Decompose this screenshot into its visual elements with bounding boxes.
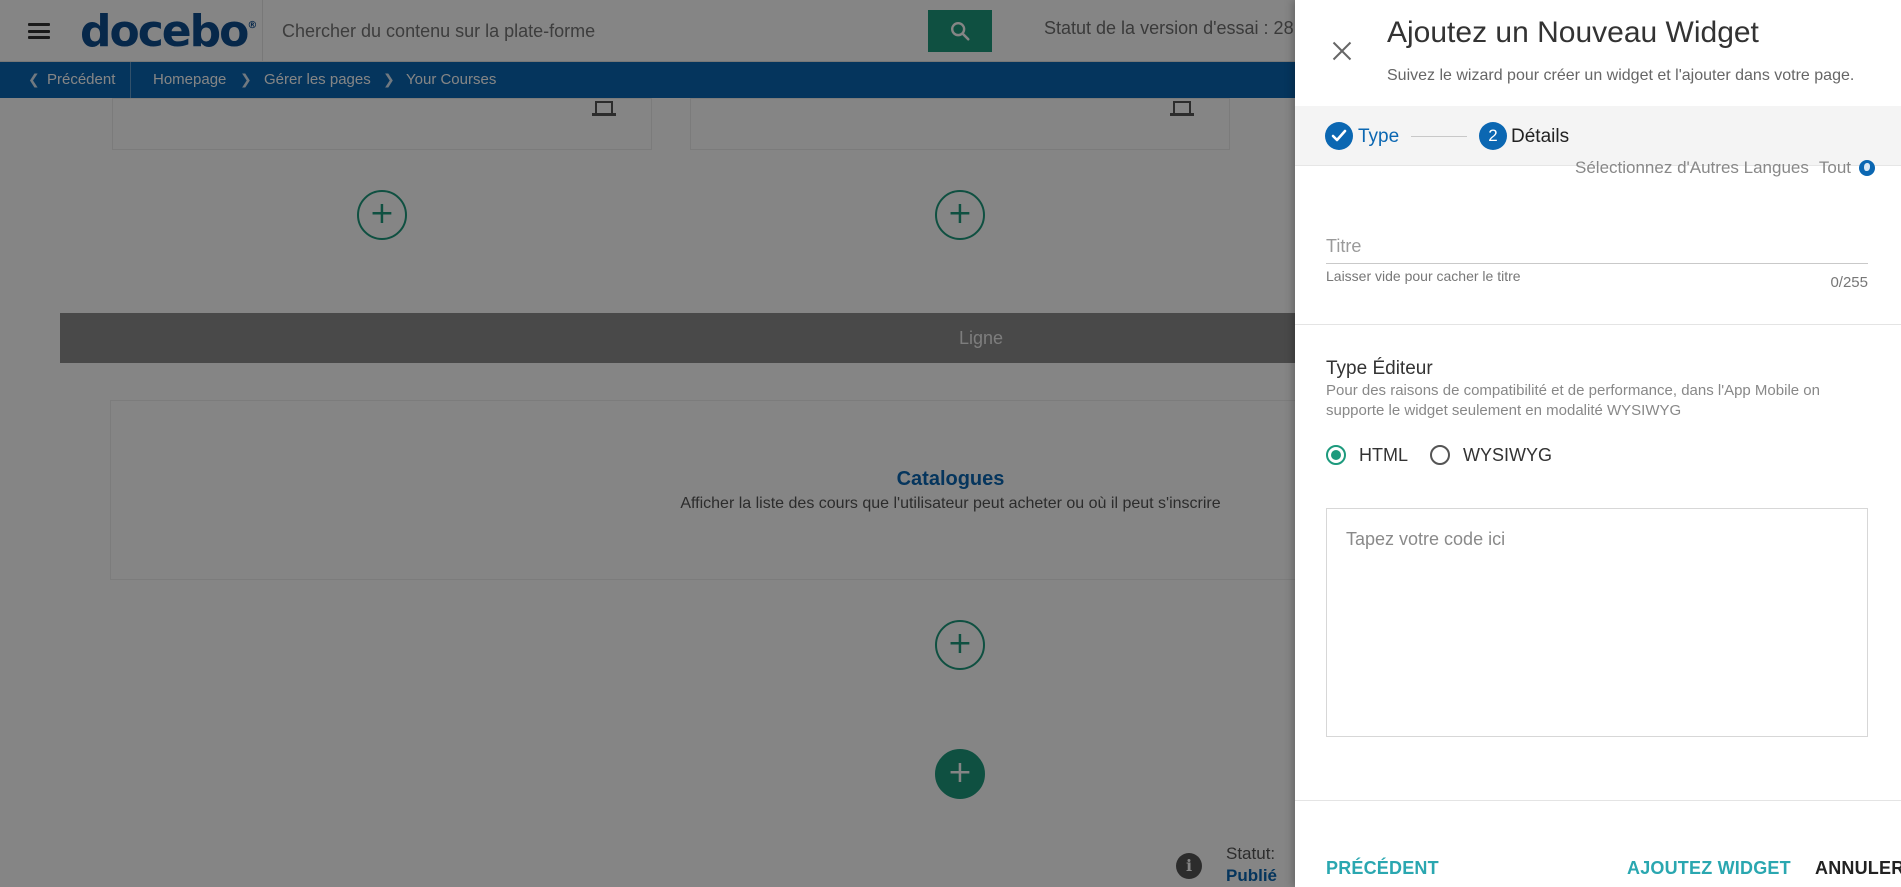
- editor-wysiwyg-radio[interactable]: [1430, 445, 1450, 465]
- language-selector-label: Sélectionnez d'Autres Langues: [1575, 158, 1809, 177]
- step-2-number: 2: [1479, 122, 1507, 150]
- add-widget-button[interactable]: AJOUTEZ WIDGET: [1627, 858, 1791, 879]
- editor-html-radio[interactable]: [1326, 445, 1346, 465]
- panel-subtitle: Suivez le wizard pour créer un widget et…: [1387, 67, 1855, 84]
- check-icon: [1331, 129, 1347, 142]
- cancel-button[interactable]: ANNULER: [1815, 858, 1901, 879]
- wizard-steps: Type 2 Détails: [1295, 106, 1901, 166]
- html-code-editor[interactable]: [1326, 508, 1868, 737]
- step-1-label[interactable]: Type: [1358, 126, 1399, 148]
- editor-type-label: Type Éditeur: [1326, 358, 1433, 379]
- globe-icon: [1859, 160, 1875, 176]
- widget-title-input[interactable]: [1326, 230, 1868, 264]
- title-help-text: Laisser vide pour cacher le titre: [1326, 268, 1521, 284]
- divider: [1295, 324, 1901, 325]
- step-1-complete[interactable]: [1325, 122, 1353, 150]
- editor-html-label[interactable]: HTML: [1359, 445, 1408, 466]
- divider: [1295, 800, 1901, 801]
- panel-title: Ajoutez un Nouveau Widget: [1387, 16, 1759, 49]
- previous-button[interactable]: PRÉCÉDENT: [1326, 858, 1439, 879]
- language-selector-value: Tout: [1818, 158, 1851, 177]
- editor-type-help: Pour des raisons de compatibilité et de …: [1326, 382, 1820, 419]
- close-icon[interactable]: [1329, 38, 1355, 64]
- language-selector[interactable]: Sélectionnez d'Autres Langues Tout: [1575, 158, 1875, 178]
- editor-wysiwyg-label[interactable]: WYSIWYG: [1463, 445, 1552, 466]
- title-char-counter: 0/255: [1830, 274, 1868, 291]
- panel-footer: PRÉCÉDENT AJOUTEZ WIDGET ANNULER: [1295, 832, 1901, 887]
- add-widget-panel: Ajoutez un Nouveau Widget Suivez le wiza…: [1295, 0, 1901, 887]
- step-2-label: Détails: [1511, 126, 1570, 147]
- step-connector: [1411, 136, 1467, 137]
